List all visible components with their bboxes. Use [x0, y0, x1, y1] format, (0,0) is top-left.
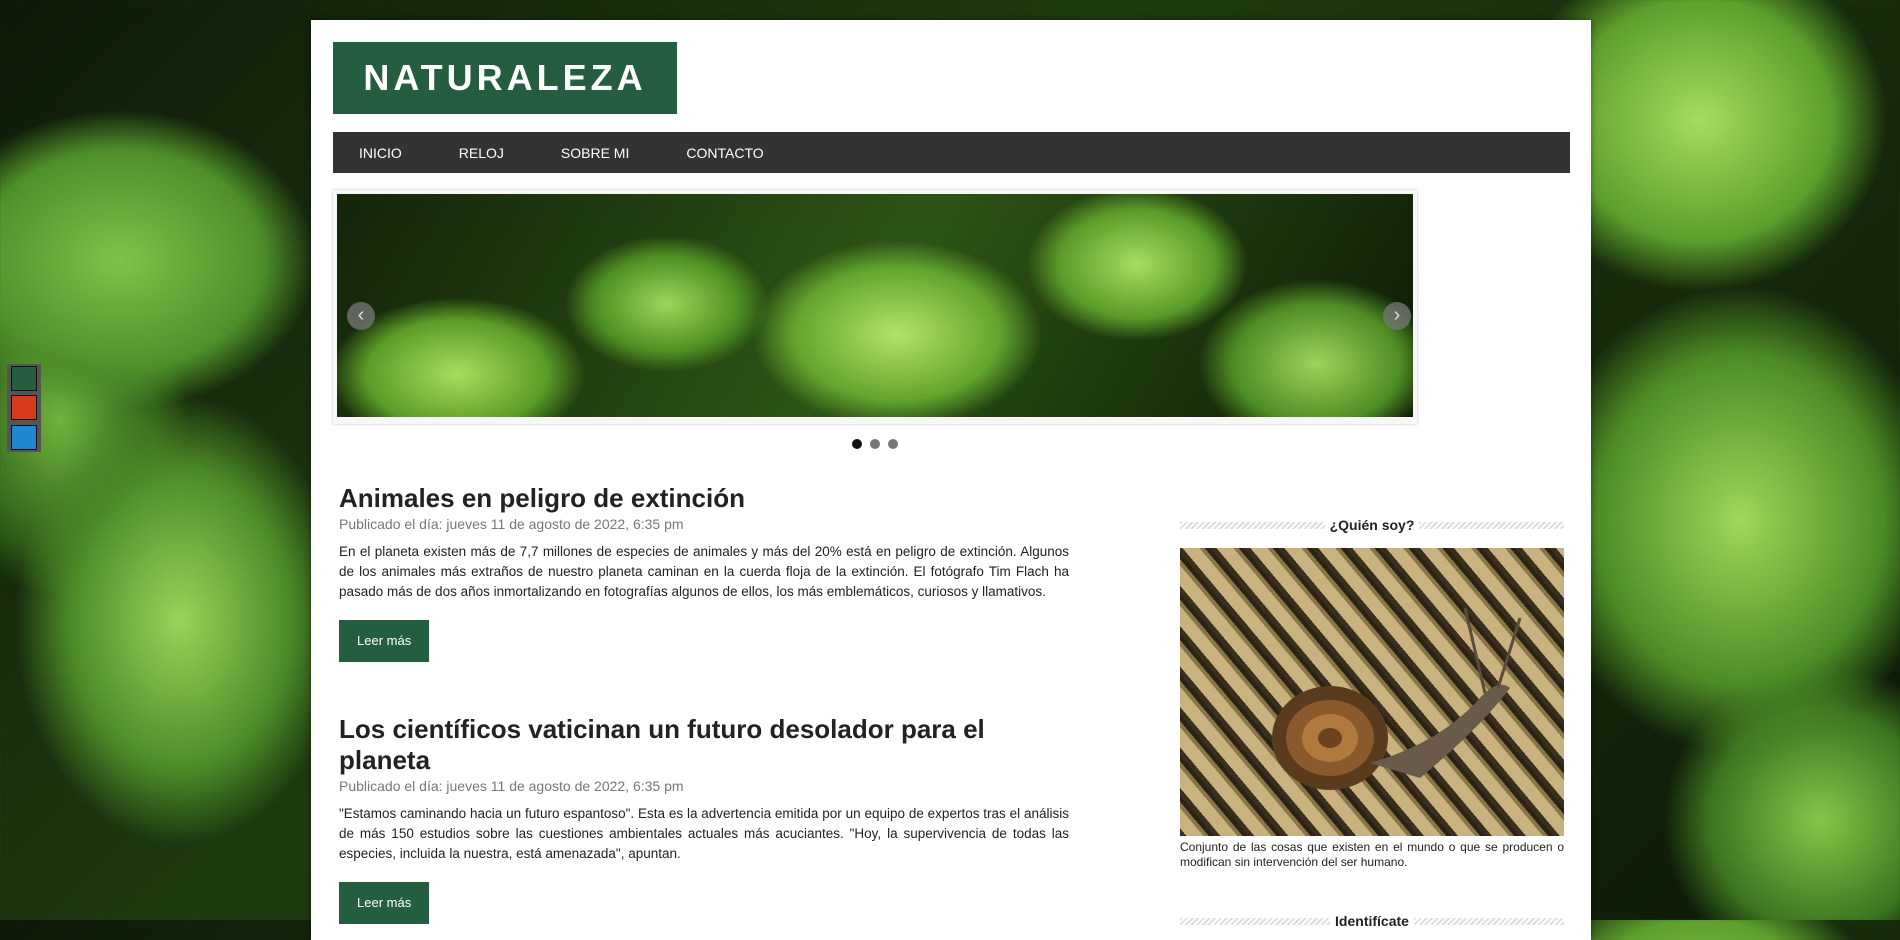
widget-title-text: Identifícate	[1335, 913, 1409, 929]
slider-dot-2[interactable]	[870, 439, 880, 449]
post-excerpt: "Estamos caminando hacia un futuro espan…	[339, 806, 1069, 861]
post-excerpt: En el planeta existen más de 7,7 millone…	[339, 544, 1069, 599]
site-logo[interactable]: NATURALEZA	[333, 42, 677, 114]
widget-title-text: ¿Quién soy?	[1329, 517, 1415, 533]
post-date: Publicado el día: jueves 11 de agosto de…	[339, 778, 684, 794]
post-title[interactable]: Animales en peligro de extinción	[339, 483, 1069, 514]
post-date: Publicado el día: jueves 11 de agosto de…	[339, 516, 684, 532]
post-2: Los científicos vaticinan un futuro deso…	[339, 714, 1069, 924]
read-more-button[interactable]: Leer más	[339, 620, 430, 662]
slider-pagination	[852, 439, 898, 449]
who-am-i-text: Conjunto de las cosas que existen en el …	[1180, 840, 1564, 869]
theme-color-picker	[7, 364, 41, 452]
swatch-red[interactable]	[11, 395, 37, 421]
swatch-blue[interactable]	[11, 424, 37, 450]
chevron-left-icon[interactable]: ‹	[347, 302, 375, 330]
slide-image-leaves: ‹ ›	[337, 194, 1413, 417]
nav-item-inicio[interactable]: INICIO	[333, 145, 431, 161]
image-slider: ‹ ›	[333, 190, 1417, 424]
login-title: Identifícate	[1180, 913, 1564, 929]
snail-illustration	[1272, 607, 1522, 790]
slider-dot-1[interactable]	[852, 439, 862, 449]
nav-item-reloj[interactable]: RELOJ	[431, 145, 533, 161]
swatch-green[interactable]	[11, 366, 37, 392]
read-more-button[interactable]: Leer más	[339, 882, 430, 924]
who-am-i-title: ¿Quién soy?	[1180, 517, 1564, 533]
post-title[interactable]: Los científicos vaticinan un futuro deso…	[339, 714, 1069, 776]
page-container: NATURALEZA INICIO RELOJ SOBRE MI CONTACT…	[311, 20, 1591, 940]
post-1: Animales en peligro de extinción Publica…	[339, 483, 1069, 662]
nav-item-sobre-mi[interactable]: SOBRE MI	[533, 145, 658, 161]
chevron-right-icon[interactable]: ›	[1383, 302, 1411, 330]
nav-item-contacto[interactable]: CONTACTO	[658, 145, 792, 161]
main-nav: INICIO RELOJ SOBRE MI CONTACTO	[333, 132, 1570, 173]
slider-dot-3[interactable]	[888, 439, 898, 449]
snail-image	[1180, 548, 1564, 836]
